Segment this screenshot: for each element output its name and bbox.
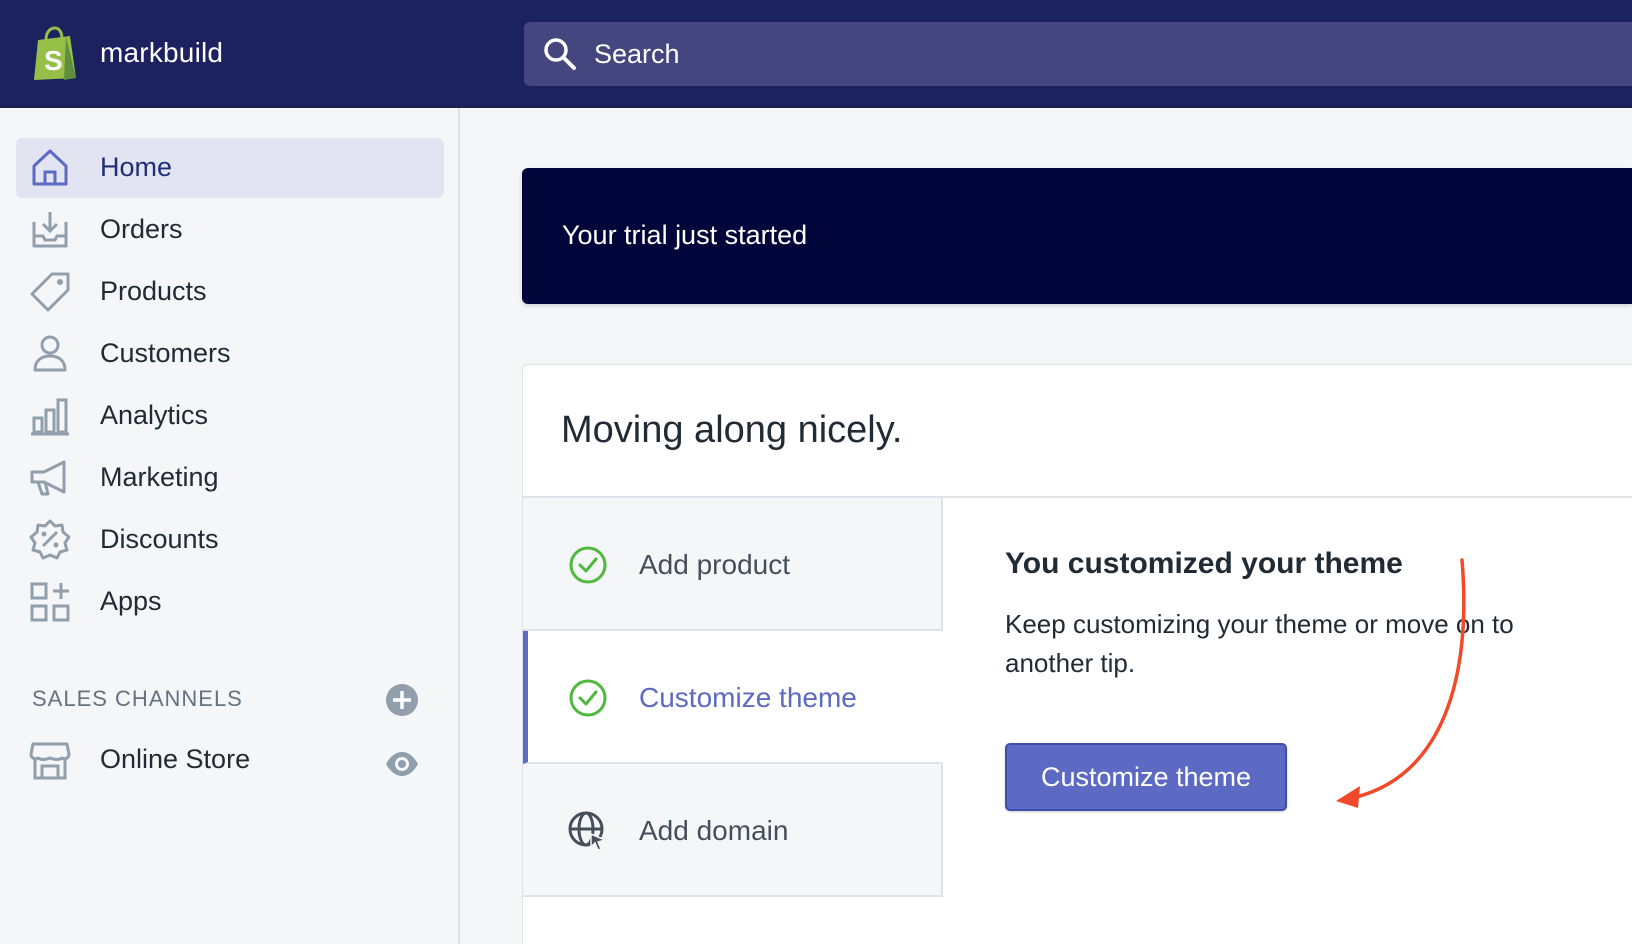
search-bar[interactable]: Search bbox=[524, 22, 1632, 86]
sidebar-item-label: Discounts bbox=[100, 524, 219, 554]
search-input[interactable]: Search bbox=[594, 39, 680, 70]
sidebar-item-label: Marketing bbox=[100, 462, 219, 492]
top-bar: S markbuild Search bbox=[0, 0, 1632, 108]
trial-banner: Your trial just started bbox=[522, 168, 1632, 304]
add-circle-icon[interactable] bbox=[384, 682, 420, 718]
sidebar-item-online-store[interactable]: Online Store bbox=[16, 730, 444, 790]
sidebar-item-label: Home bbox=[100, 152, 173, 182]
discount-badge-icon bbox=[29, 519, 71, 560]
bar-chart-icon bbox=[31, 398, 69, 436]
sidebar-item-home[interactable]: Home bbox=[16, 138, 444, 198]
sidebar-item-label: Orders bbox=[100, 214, 183, 244]
sidebar-item-label: Online Store bbox=[100, 744, 251, 774]
step-add-product[interactable]: Add product bbox=[523, 498, 943, 631]
customize-theme-button[interactable]: Customize theme bbox=[1005, 743, 1287, 811]
step-label: Customize theme bbox=[639, 682, 857, 713]
sidebar-item-analytics[interactable]: Analytics bbox=[16, 386, 444, 446]
sidebar-item-products[interactable]: Products bbox=[16, 262, 444, 322]
annotation-arrow bbox=[1336, 558, 1466, 808]
step-label: Add domain bbox=[639, 815, 789, 846]
sidebar-item-label: Analytics bbox=[100, 400, 209, 430]
step-add-domain[interactable]: Add domain bbox=[523, 764, 943, 897]
search-icon bbox=[544, 38, 576, 70]
globe-icon bbox=[568, 811, 608, 851]
orders-inbox-icon bbox=[32, 212, 68, 248]
trial-banner-text: Your trial just started bbox=[562, 220, 808, 250]
person-icon bbox=[33, 335, 67, 372]
sidebar-item-customers[interactable]: Customers bbox=[16, 324, 444, 384]
main-content: Your trial just started Moving along nic… bbox=[462, 108, 1632, 944]
sidebar-item-label: Apps bbox=[100, 586, 162, 616]
apps-grid-icon bbox=[30, 582, 70, 622]
tag-icon bbox=[30, 272, 70, 312]
step-customize-theme[interactable]: Customize theme bbox=[523, 631, 943, 764]
sidebar-item-orders[interactable]: Orders bbox=[16, 200, 444, 260]
home-icon bbox=[32, 149, 68, 186]
check-circle-icon bbox=[569, 546, 607, 584]
card-title: Moving along nicely. bbox=[561, 409, 903, 451]
sales-channels-heading: SALES CHANNELS bbox=[32, 686, 243, 711]
svg-text:S: S bbox=[44, 45, 63, 76]
sidebar: Home Orders Products Customers Analytics… bbox=[0, 108, 460, 944]
store-name[interactable]: markbuild bbox=[100, 37, 223, 69]
sidebar-item-label: Products bbox=[100, 276, 207, 306]
sidebar-item-label: Customers bbox=[100, 338, 231, 368]
store-icon bbox=[29, 742, 71, 780]
sidebar-item-discounts[interactable]: Discounts bbox=[16, 510, 444, 570]
eye-icon[interactable] bbox=[384, 746, 420, 782]
sidebar-item-marketing[interactable]: Marketing bbox=[16, 448, 444, 508]
check-circle-icon bbox=[569, 679, 607, 717]
sidebar-item-apps[interactable]: Apps bbox=[16, 572, 444, 632]
megaphone-icon bbox=[30, 460, 66, 496]
step-label: Add product bbox=[639, 549, 790, 580]
shopify-bag-icon[interactable]: S bbox=[30, 26, 80, 82]
